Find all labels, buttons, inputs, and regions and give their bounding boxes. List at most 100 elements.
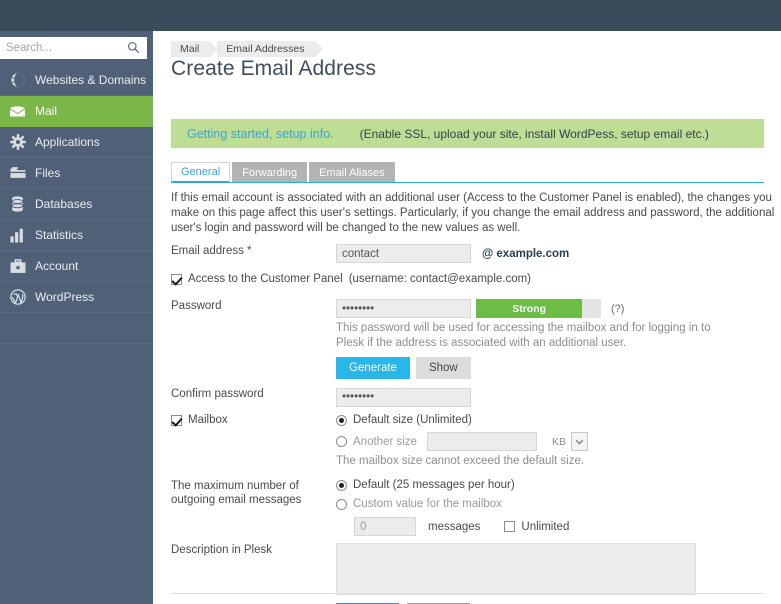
customer-panel-username-note: (username: contact@example.com) [348,273,532,285]
sidebar-item-label: Statistics [35,228,84,242]
mailbox-default-size-option[interactable]: Default size (Unlimited) [336,414,781,426]
getting-started-banner: Getting started, setup info. (Enable SSL… [171,119,764,148]
row-outgoing-custom: Custom value for the mailbox [171,498,781,517]
gear-icon [9,134,26,151]
show-password-button[interactable]: Show [415,357,471,379]
wordpress-icon [9,289,26,306]
confirm-password-input[interactable] [336,387,471,407]
outgoing-custom-option[interactable]: Custom value for the mailbox [336,498,781,510]
mailbox-unit-label: KB [551,435,566,448]
sidebar-item-label: Files [35,166,61,180]
sidebar-item-label: Applications [35,135,100,149]
sidebar-item-label: Databases [35,197,93,211]
tab-forwarding[interactable]: Forwarding [232,162,308,183]
password-strength-meter: Strong [476,299,601,318]
row-mailbox-another-size: Another size KB [171,432,781,454]
folder-icon [9,165,26,182]
row-outgoing: The maximum number of outgoing email mes… [171,479,781,506]
row-description: Description in Plesk [171,543,781,604]
password-hint: This password will be used for accessing… [336,322,711,349]
outgoing-custom-radio[interactable] [336,498,347,510]
generate-password-button[interactable]: Generate [336,357,410,379]
confirm-password-label: Confirm password [171,388,264,400]
outgoing-default-radio[interactable] [336,479,347,491]
row-email-address: Email address * @ example.com [171,244,781,273]
mailbox-default-radio[interactable] [336,414,347,426]
row-customer-panel: Access to the Customer Panel (username: … [171,273,781,299]
tab-email-aliases[interactable]: Email Aliases [309,162,395,183]
sidebar-item-databases[interactable]: Databases [0,189,153,220]
row-mailbox: Mailbox Default size (Unlimited) [171,414,781,432]
chevron-down-icon[interactable] [570,432,588,451]
row-confirm-password: Confirm password [171,387,781,414]
sidebar-item-statistics[interactable]: Statistics [0,220,153,251]
customer-panel-checkbox[interactable] [171,273,182,285]
sidebar-item-label: Websites & Domains [35,73,147,87]
outgoing-default-option[interactable]: Default (25 messages per hour) [336,479,781,491]
tab-bar: General Forwarding Email Aliases [171,162,764,183]
globe-icon [9,72,26,89]
sidebar-item-applications[interactable]: Applications [0,127,153,158]
password-label: Password [171,300,222,312]
tab-underline [171,182,764,183]
sidebar-item-websites-domains[interactable]: Websites & Domains [0,65,153,96]
password-help-icon[interactable]: (?) [611,303,624,315]
top-bar [0,0,781,31]
sidebar: Websites & Domains Mail [0,31,153,604]
tab-general[interactable]: General [171,162,231,183]
sidebar-item-label: Account [35,259,79,273]
sidebar-item-label: WordPress [35,290,95,304]
footer-divider [171,593,764,594]
description-textarea[interactable] [336,543,696,595]
envelope-icon [9,103,26,120]
password-strength-label: Strong [512,302,547,315]
mailbox-hint: The mailbox size cannot exceed the defau… [336,455,585,467]
getting-started-note: (Enable SSL, upload your site, install W… [359,126,709,141]
sidebar-item-files[interactable]: Files [0,158,153,189]
search-input[interactable] [0,38,120,58]
email-address-input[interactable] [336,244,471,263]
briefcase-icon [9,258,26,275]
row-outgoing-value: messages Unlimited [171,517,781,543]
outgoing-default-label: Default (25 messages per hour) [353,479,515,491]
intro-text: If this email account is associated with… [171,192,775,234]
sidebar-item-mail[interactable]: Mail [0,96,153,127]
outgoing-messages-unit: messages [428,520,481,533]
search-icon[interactable] [127,41,140,54]
sidebar-item-wordpress[interactable]: WordPress [0,282,153,313]
bar-chart-icon [9,227,26,244]
row-password-hint: This password will be used for accessing… [171,321,781,357]
getting-started-link[interactable]: Getting started, setup info. [187,127,334,141]
main-content: Mail Email Addresses Create Email Addres… [153,31,781,604]
mailbox-default-label: Default size (Unlimited) [353,414,472,426]
breadcrumb-item-email-addresses[interactable]: Email Addresses [217,41,324,57]
create-email-form: Email address * @ example.com Access to … [171,244,781,604]
mailbox-unit-select[interactable]: KB [547,432,588,451]
mailbox-another-radio[interactable] [336,436,347,447]
mailbox-another-label: Another size [353,435,417,448]
description-label: Description in Plesk [171,544,272,556]
row-password-buttons: Generate Show [171,357,781,387]
page-title: Create Email Address [171,57,377,80]
database-icon [9,196,26,213]
outgoing-unlimited-label: Unlimited [521,520,570,533]
password-input[interactable] [336,299,471,318]
sidebar-item-label: Mail [35,104,58,118]
sidebar-item-account[interactable]: Account [0,251,153,282]
row-password: Password Strong (?) [171,299,781,321]
customer-panel-label: Access to the Customer Panel [188,273,343,285]
outgoing-custom-input[interactable] [354,517,416,536]
sidebar-nav: Websites & Domains Mail Applications Fil… [0,65,153,344]
email-domain-suffix: @ example.com [482,247,570,260]
outgoing-unlimited-checkbox[interactable] [504,521,516,532]
row-mailbox-hint: The mailbox size cannot exceed the defau… [171,454,781,479]
breadcrumb-item-mail[interactable]: Mail [171,41,219,57]
mailbox-label: Mailbox [188,414,228,426]
mailbox-checkbox[interactable] [171,414,182,426]
outgoing-custom-label: Custom value for the mailbox [353,498,502,510]
mailbox-size-input[interactable] [426,432,537,451]
email-address-label: Email address * [171,245,252,257]
plesk-create-email-page: Websites & Domains Mail [0,0,781,604]
search-box[interactable] [0,37,147,59]
sidebar-filler [0,313,153,344]
